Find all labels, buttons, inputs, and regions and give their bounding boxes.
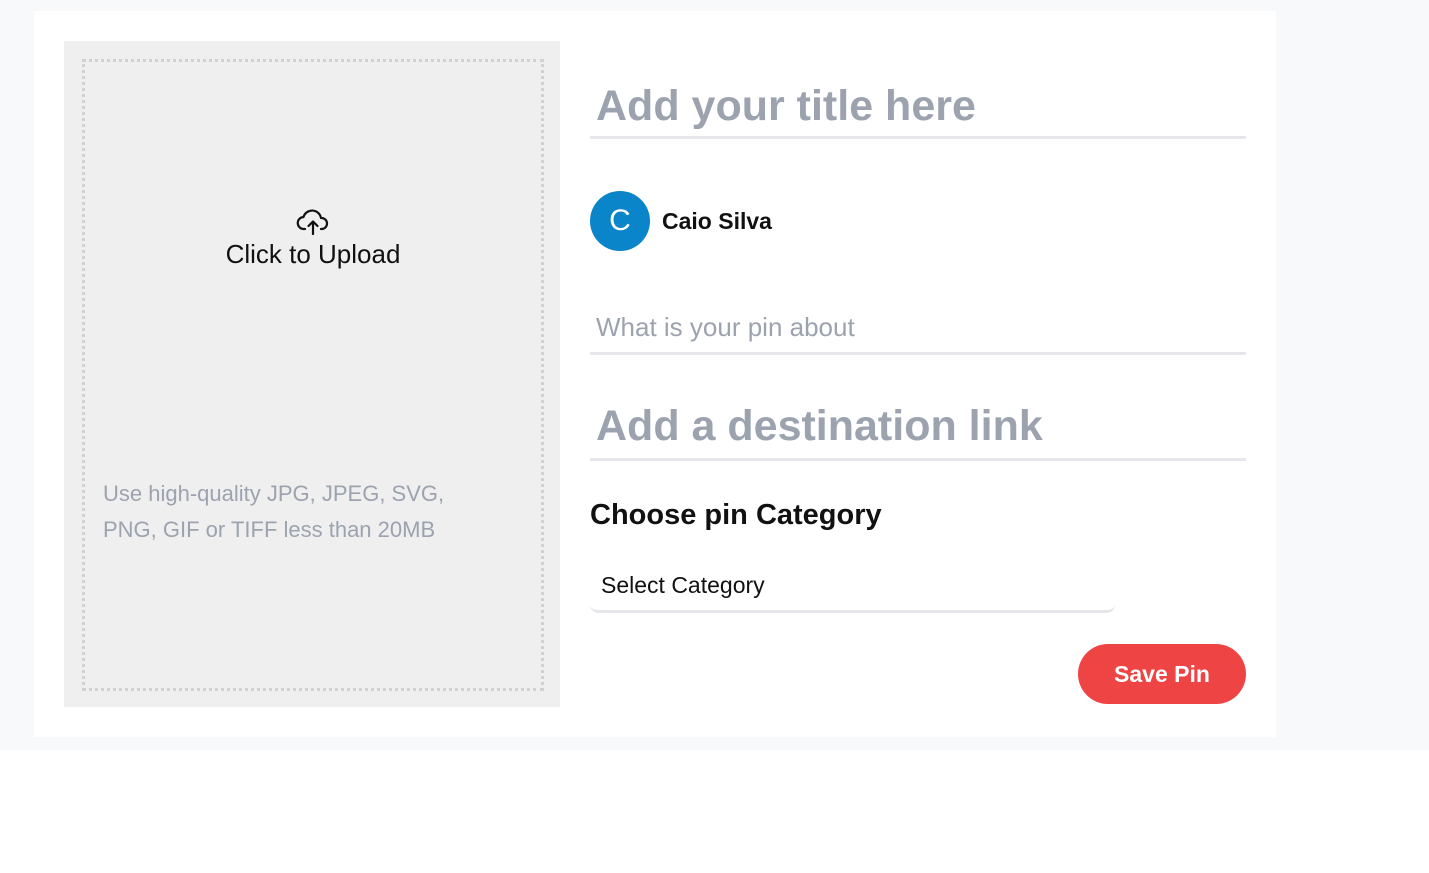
avatar: C <box>590 191 650 251</box>
category-select[interactable]: Select Category <box>590 559 1115 613</box>
upload-label[interactable]: Click to Upload <box>226 239 401 270</box>
upload-dropzone[interactable]: Click to Upload Use high-quality JPG, JP… <box>82 59 544 691</box>
user-name: Caio Silva <box>662 207 772 234</box>
pin-form: C Caio Silva Choose pin Category Select … <box>590 11 1246 737</box>
save-pin-button[interactable]: Save Pin <box>1078 644 1246 704</box>
title-input[interactable] <box>590 77 1246 139</box>
user-info: C Caio Silva <box>590 191 772 251</box>
upload-panel: Click to Upload Use high-quality JPG, JP… <box>64 41 560 707</box>
destination-link-input[interactable] <box>590 395 1246 461</box>
category-heading: Choose pin Category <box>590 499 882 531</box>
cloud-upload-icon <box>296 209 329 236</box>
create-pin-card: Click to Upload Use high-quality JPG, JP… <box>34 11 1276 737</box>
upload-prompt[interactable]: Click to Upload <box>85 207 541 270</box>
about-input[interactable] <box>590 303 1246 355</box>
upload-hint: Use high-quality JPG, JPEG, SVG, PNG, GI… <box>103 481 445 542</box>
